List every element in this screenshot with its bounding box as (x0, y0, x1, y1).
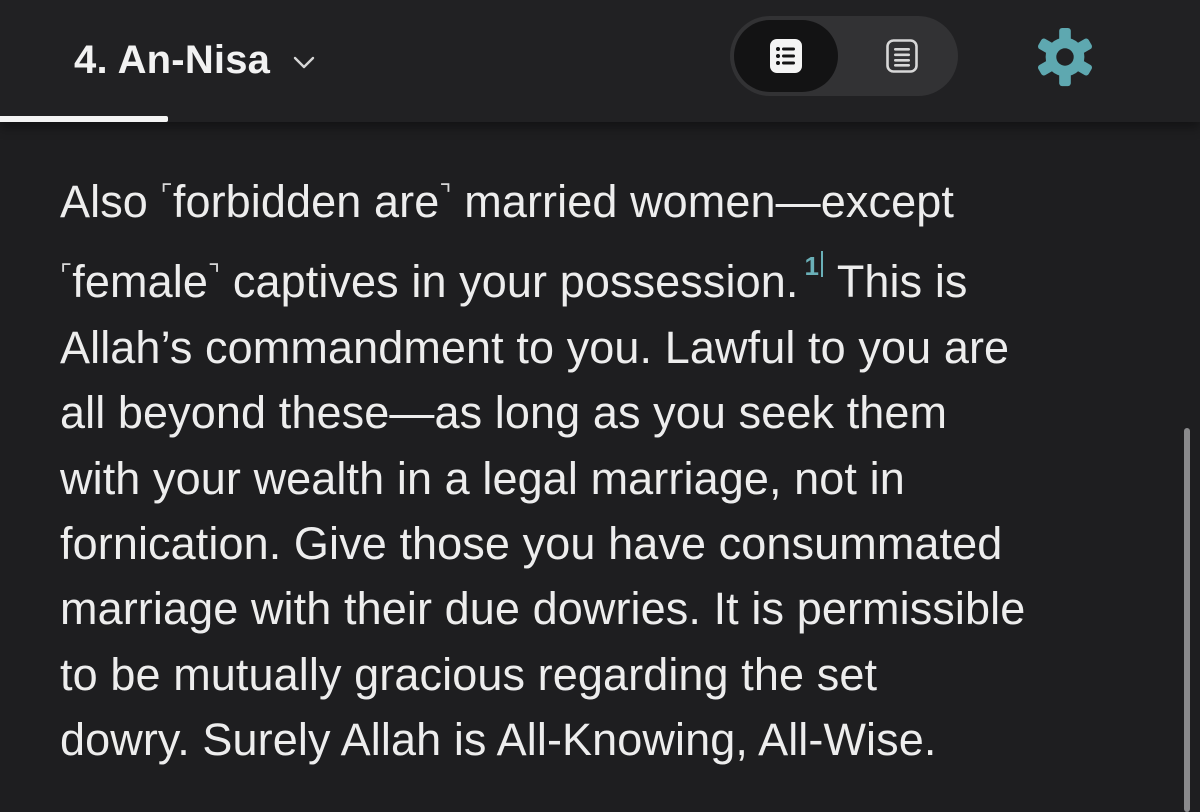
chevron-down-icon (293, 56, 315, 69)
scrollbar[interactable] (1184, 428, 1190, 812)
verse-line: Allah’s commandment to you. Lawful to yo… (60, 321, 1010, 373)
verse-line: with your wealth in a legal marriage, no… (60, 452, 905, 504)
footnote-tick (821, 251, 824, 278)
gear-icon[interactable] (1034, 26, 1096, 88)
bracket-close: ⌝ (207, 259, 221, 290)
verse-line: ⌜female⌝ captives in your possession. 1 T… (60, 251, 968, 308)
verse-line: to be mutually gracious regarding the se… (60, 648, 878, 700)
surah-selector[interactable]: 4. An-Nisa (74, 30, 316, 90)
footnote-marker[interactable]: 1 (804, 251, 824, 281)
bracket-open: ⌜ (60, 259, 73, 290)
verse-line: fornication. Give those you have consumm… (60, 518, 1003, 570)
bracket-open: ⌜ (160, 179, 173, 209)
reading-page-view-button[interactable] (850, 20, 954, 92)
reading-page-icon (886, 39, 918, 73)
verse-line: dowry. Surely Allah is All-Knowing, All-… (60, 714, 937, 766)
bracket-close: ⌝ (439, 179, 452, 209)
verse-by-verse-view-button[interactable] (734, 20, 838, 92)
verse-text: Also ⌜forbidden are⌝ married women—excep… (60, 162, 1150, 773)
surah-title: 4. An-Nisa (74, 37, 271, 82)
view-mode-toggle (730, 16, 958, 96)
verse-line: Also ⌜forbidden are⌝ married women—excep… (60, 176, 954, 227)
verse-line: marriage with their due dowries. It is p… (60, 583, 1026, 635)
active-tab-indicator (0, 116, 168, 122)
top-bar: 4. An-Nisa (0, 0, 1200, 122)
verse-line: all beyond these—as long as you seek the… (60, 387, 948, 439)
verse-by-verse-icon (770, 39, 802, 73)
